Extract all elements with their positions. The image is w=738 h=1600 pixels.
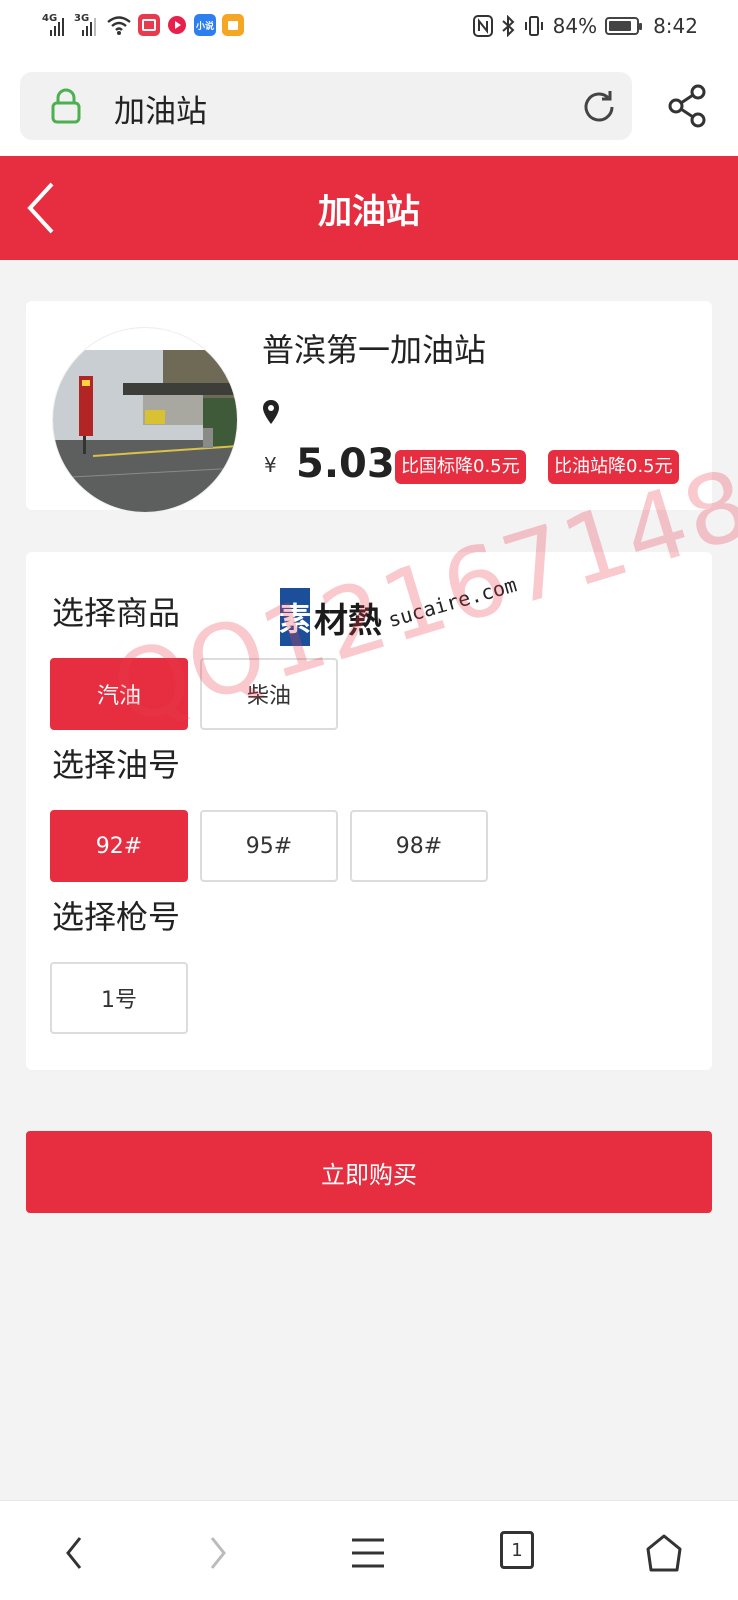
shopping-app-icon [222, 14, 244, 36]
battery-icon [605, 17, 643, 35]
station-card: 普滨第一加油站 ¥ 5.03 比国标降0.5元 比油站降0.5元 [26, 301, 712, 513]
clock: 8:42 [653, 14, 698, 38]
discount-badge-national: 比国标降0.5元 [395, 450, 526, 484]
nav-home-button[interactable] [640, 1531, 688, 1575]
fuel-price: 5.03 [296, 441, 395, 487]
signal-3g-icon: 3G [74, 14, 100, 36]
menu-icon [352, 1538, 384, 1568]
option-92[interactable]: 92# [50, 810, 188, 882]
location-pin-icon [263, 400, 279, 424]
option-98[interactable]: 98# [350, 810, 488, 882]
address-bar[interactable]: 加油站 [20, 72, 632, 140]
section-title-product: 选择商品 [52, 594, 181, 632]
novel-app-label: 小说 [195, 21, 214, 32]
page-title: 加油站 [318, 192, 420, 232]
reload-icon[interactable] [580, 88, 618, 126]
lock-icon [51, 88, 81, 124]
station-photo [52, 327, 238, 513]
station-name: 普滨第一加油站 [262, 331, 487, 369]
battery-percent: 84% [552, 14, 598, 38]
nav-menu-button[interactable] [344, 1531, 392, 1575]
nav-forward-button[interactable] [194, 1531, 242, 1575]
signal-4g-icon: 4G [42, 14, 68, 36]
wifi-icon [107, 16, 131, 35]
status-right: 84% 8:42 [472, 14, 698, 38]
page-header: 加油站 [0, 156, 738, 260]
vibrate-icon [524, 16, 543, 36]
status-left: 4G 3G 小说 [42, 14, 244, 36]
nfc-icon [472, 15, 493, 37]
bluetooth-icon [501, 15, 515, 37]
browser-bottom-nav: 1 [0, 1500, 738, 1600]
discount-badge-station: 比油站降0.5元 [548, 450, 679, 484]
watermark-logo-block: 素 [279, 588, 311, 646]
status-bar: 4G 3G 小说 84% 8:42 [0, 0, 738, 58]
option-gasoline[interactable]: 汽油 [50, 658, 188, 730]
buy-now-button[interactable]: 立即购买 [26, 1131, 712, 1213]
browser-address-area: 加油站 [0, 58, 738, 156]
option-diesel[interactable]: 柴油 [200, 658, 338, 730]
watermark-logo-text: 材熱 [314, 600, 382, 641]
novel-app-icon: 小说 [194, 14, 216, 36]
section-title-oil-number: 选择油号 [52, 746, 181, 784]
tabs-count: 1 [511, 1539, 523, 1561]
nav-forward-icon [210, 1537, 226, 1569]
share-icon[interactable] [668, 84, 708, 128]
tabs-icon[interactable]: 1 [500, 1531, 534, 1569]
nav-back-button[interactable] [50, 1531, 98, 1575]
currency-symbol: ¥ [264, 453, 277, 477]
video-app-icon [166, 14, 188, 36]
option-pump-1[interactable]: 1号 [50, 962, 188, 1034]
home-icon [646, 1534, 682, 1572]
option-95[interactable]: 95# [200, 810, 338, 882]
watermark-logo: 素 材熱 [279, 588, 382, 646]
nav-back-icon [66, 1537, 82, 1569]
section-title-pump: 选择枪号 [52, 898, 181, 936]
address-title: 加油站 [114, 94, 207, 130]
book-app-icon [138, 14, 160, 36]
